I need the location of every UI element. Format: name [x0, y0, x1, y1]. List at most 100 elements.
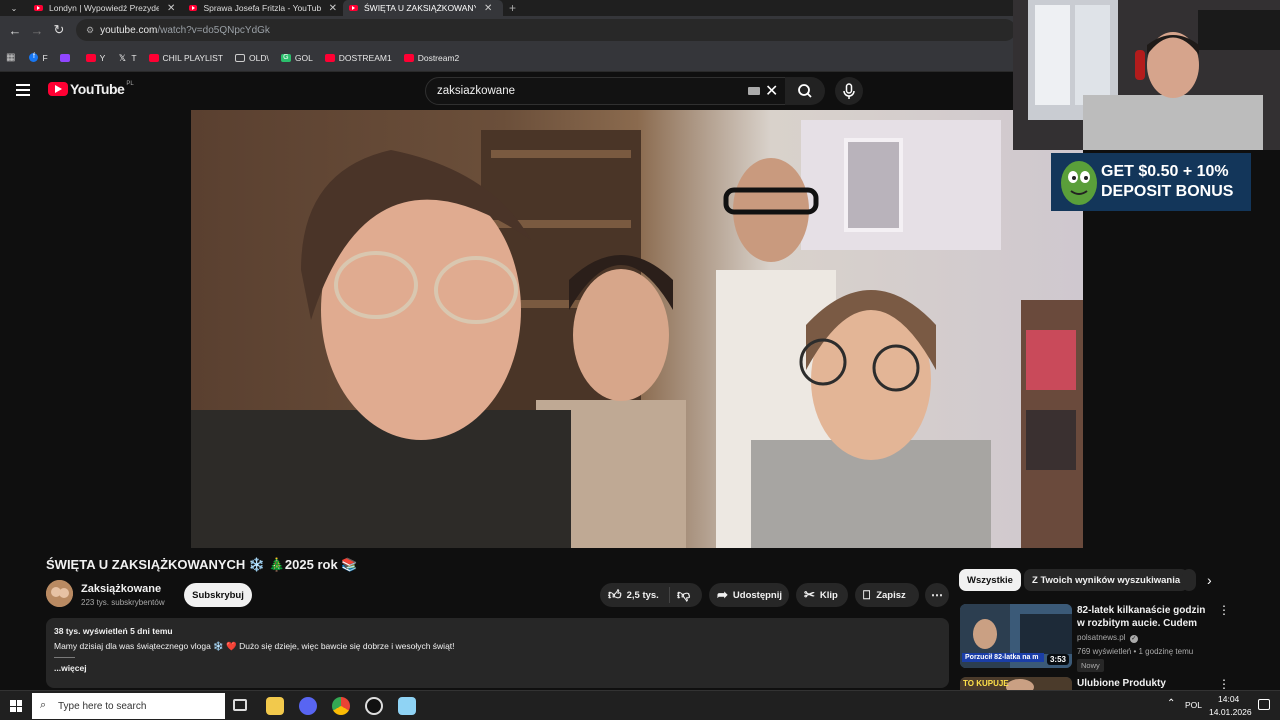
- youtube-logo[interactable]: YouTube PL: [48, 81, 134, 97]
- bookmark-youtube[interactable]: Y: [85, 53, 105, 63]
- search-value: zaksiazkowane: [437, 85, 515, 97]
- bookmark-facebook[interactable]: fF: [29, 53, 48, 63]
- youtube-favicon-icon: [34, 5, 43, 11]
- webcam-image: [1013, 0, 1280, 150]
- close-tab-icon[interactable]: ✕: [484, 3, 492, 14]
- youtube-favicon-icon: [189, 5, 198, 11]
- casino-ad-overlay[interactable]: GET $0.50 + 10% DEPOSIT BONUS: [1051, 153, 1251, 211]
- forward-arrow-icon[interactable]: →: [26, 23, 48, 38]
- windows-start-icon[interactable]: [10, 700, 22, 712]
- clip-button[interactable]: ✂ Klip: [796, 583, 848, 607]
- browser-tab-active[interactable]: ŚWIĘTA U ZAKSIĄŻKOWANYCH ✕: [343, 0, 503, 16]
- browser-tab-londyn[interactable]: Londyn | Wypowiedź Prezydent ✕: [28, 0, 183, 16]
- like-button[interactable]: 👍︎ 2,5 tys.: [600, 587, 670, 603]
- subscriber-count: 223 tys. subskrybentów: [81, 598, 165, 607]
- back-arrow-icon[interactable]: ←: [4, 23, 26, 38]
- thumbnail-caption: Porzucił 82-latka na m: [962, 653, 1044, 662]
- task-view-icon[interactable]: [233, 699, 247, 711]
- ad-line-1: GET $0.50 + 10%: [1101, 163, 1229, 180]
- site-info-icon[interactable]: ⚙: [86, 25, 94, 36]
- notepad-icon[interactable]: [398, 697, 416, 715]
- search-input[interactable]: zaksiazkowane: [425, 77, 787, 105]
- channel-label: polsatnews.pl: [1077, 633, 1126, 642]
- bookmark-x[interactable]: 𝕏T: [117, 53, 137, 63]
- more-actions-button[interactable]: ⋯: [925, 583, 949, 607]
- folder-icon: [235, 53, 245, 62]
- show-more-link[interactable]: ...więcej: [54, 663, 941, 673]
- gol-icon: G: [280, 53, 291, 62]
- bookmark-old-folder[interactable]: OLD\: [235, 53, 269, 63]
- search-icon: [798, 84, 812, 98]
- discord-icon[interactable]: [299, 697, 317, 715]
- tab-menu-button[interactable]: ⌄: [0, 0, 28, 16]
- chip-from-search[interactable]: Z Twoich wyników wyszukiwania: [1024, 569, 1189, 591]
- logo-text: YouTube: [70, 81, 125, 97]
- bookmark-gol[interactable]: G GOL: [280, 53, 313, 63]
- chip-overflow[interactable]: [1182, 569, 1196, 591]
- facebook-icon: f: [29, 53, 39, 62]
- tab-label: Sprawa Josefa Fritzla - YouTube: [203, 3, 321, 13]
- channel-name[interactable]: Zaksiążkowane: [81, 583, 161, 595]
- more-options-icon[interactable]: ⋮: [1218, 603, 1230, 617]
- chrome-icon[interactable]: [332, 697, 350, 715]
- more-options-icon[interactable]: ⋮: [1218, 677, 1230, 691]
- channel-avatar[interactable]: [46, 580, 73, 607]
- browser-tab-fritzl[interactable]: Sprawa Josefa Fritzla - YouTube ✕: [183, 0, 343, 16]
- input-language[interactable]: POL: [1185, 700, 1202, 710]
- clock-time[interactable]: 14:04: [1218, 694, 1239, 704]
- twitch-icon: [59, 53, 70, 62]
- tray-chevron-icon[interactable]: ⌃: [1167, 698, 1175, 709]
- notifications-icon[interactable]: [1258, 699, 1270, 710]
- youtube-play-icon: [48, 82, 68, 96]
- bookmark-dostream2[interactable]: Dostream2: [403, 52, 460, 63]
- subscribe-button[interactable]: Subskrybuj: [184, 583, 252, 607]
- save-label: Zapisz: [876, 589, 906, 601]
- description-text: Mamy dzisiaj dla was świątecznego vloga …: [54, 641, 455, 651]
- streamer-webcam-overlay: [1013, 0, 1280, 150]
- bookmark-label: Dostream2: [417, 52, 460, 63]
- dislike-button[interactable]: 👎︎: [670, 587, 690, 603]
- like-count: 2,5 tys.: [626, 589, 659, 601]
- youtube-favicon-icon: [349, 5, 358, 11]
- thumb-up-icon: 👍︎: [608, 587, 622, 602]
- bookmark-chil-playlist[interactable]: CHIL PLAYLIST: [148, 53, 223, 63]
- keyboard-icon[interactable]: [748, 87, 760, 95]
- like-dislike-group: 👍︎ 2,5 tys. 👎︎: [600, 583, 702, 607]
- file-explorer-icon[interactable]: [266, 697, 284, 715]
- search-button[interactable]: [785, 77, 825, 105]
- video-title: ŚWIĘTA U ZAKSIĄŻKOWANYCH ❄️ 🎄2025 rok 📚: [46, 557, 358, 572]
- video-player[interactable]: [191, 110, 1083, 548]
- url-host: youtube.com: [100, 24, 158, 36]
- recommendation-title[interactable]: 82-latek kilkanaście godzin w rozbitym a…: [1077, 604, 1207, 630]
- share-button[interactable]: ➦ Udostępnij: [709, 583, 789, 607]
- taskbar-search-input[interactable]: ⌕ Type here to search: [32, 693, 225, 719]
- youtube-icon: [324, 53, 335, 62]
- url-field[interactable]: ⚙ youtube.com/watch?v=do5QNpcYdGk: [76, 19, 1016, 41]
- recommendation-thumbnail[interactable]: TO KUPUJE: [960, 677, 1072, 690]
- description-divider: ———: [54, 654, 75, 661]
- reload-icon[interactable]: ↻: [48, 22, 70, 38]
- clock-date[interactable]: 14.01.2026: [1209, 707, 1252, 717]
- voice-search-button[interactable]: [835, 77, 863, 105]
- description-box[interactable]: 38 tys. wyświetleń 5 dni temu Mamy dzisi…: [46, 618, 949, 688]
- ad-mascot-icon: [1061, 161, 1097, 205]
- close-tab-icon[interactable]: ✕: [167, 3, 175, 14]
- share-icon: ➦: [717, 587, 728, 602]
- menu-icon[interactable]: [16, 84, 30, 96]
- apps-grid-icon[interactable]: ▦: [6, 52, 15, 63]
- clear-search-icon[interactable]: ✕: [765, 81, 778, 101]
- verified-icon: ✓: [1129, 635, 1138, 643]
- chip-all[interactable]: Wszystkie: [959, 569, 1021, 591]
- recommendation-channel[interactable]: polsatnews.pl ✓: [1077, 633, 1138, 643]
- bookmark-dostream1[interactable]: DOSTREAM1: [324, 53, 392, 63]
- obs-icon[interactable]: [365, 697, 383, 715]
- recommendation-meta: 769 wyświetleń • 1 godzinę temu: [1077, 647, 1194, 656]
- new-tab-button[interactable]: +: [503, 0, 522, 16]
- chips-next-icon[interactable]: ›: [1207, 572, 1212, 588]
- save-button[interactable]: ⎕ Zapisz: [855, 583, 919, 607]
- bookmark-twitch[interactable]: [59, 53, 74, 62]
- new-badge: Nowy: [1077, 659, 1104, 672]
- close-tab-icon[interactable]: ✕: [329, 3, 337, 14]
- recommendation-thumbnail[interactable]: Porzucił 82-latka na m 3:53: [960, 604, 1072, 668]
- windows-taskbar: ⌕ Type here to search ⌃ POL 14:04 14.01.…: [0, 690, 1280, 720]
